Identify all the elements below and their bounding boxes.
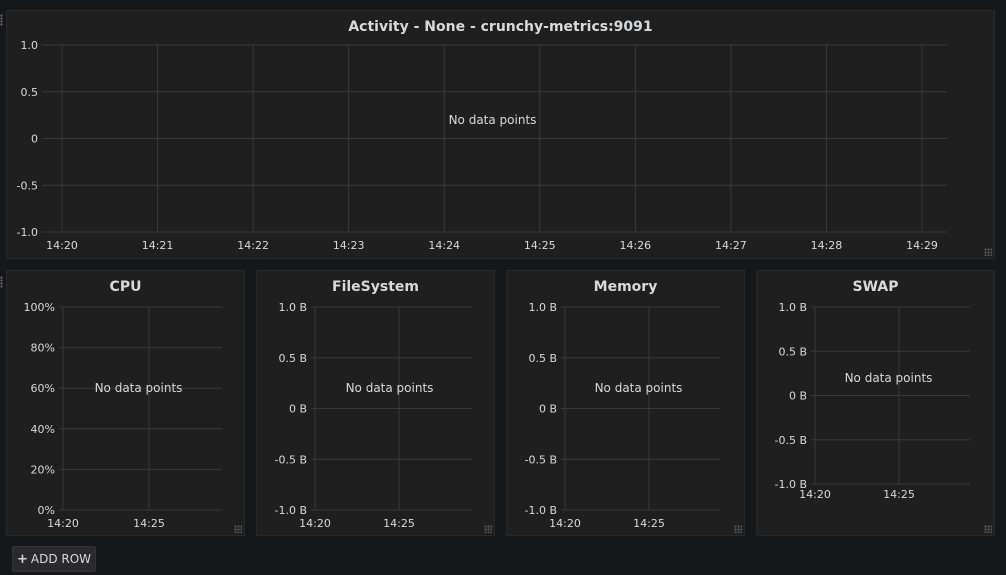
- swap-panel[interactable]: SWAP 1.0 B 0.5 B0 B -0.5 B -1.0 B 14:20 14:25…: [756, 270, 995, 536]
- swap-chart: 1.0 B0.5 B0 B-0.5 B-1.0 B14:20 14:25No da…: [774, 301, 970, 501]
- panel-resize-handle[interactable]: [984, 525, 992, 533]
- y-tick-label: 0%: [38, 504, 55, 517]
- plus-icon: +: [16, 551, 28, 567]
- y-tick-label: -0.5 B: [774, 434, 807, 447]
- no-data-message: No data points: [95, 381, 183, 395]
- y-tick-label: -1.0 B: [524, 504, 557, 517]
- memory-chart: 1.0 B 0.5 B 0 B -0.5 B -1.0 B14:20 14:25 No da…: [524, 301, 720, 530]
- y-tick-label: 60%: [31, 382, 55, 395]
- y-tick-label: -0.5: [17, 179, 38, 192]
- x-tick-label: 14:28: [811, 239, 843, 252]
- y-tick-label: 100%: [24, 301, 55, 314]
- y-tick-label: 0.5: [21, 86, 39, 99]
- filesystem-panel[interactable]: FileSystem 1.0 B 0.5 B0 B -0.5 B -1.0 B 14:2…: [256, 270, 495, 536]
- x-tick-label: 14:25: [383, 517, 415, 530]
- y-tick-label: 1.0 B: [528, 301, 557, 314]
- x-tick-label: 14:20: [46, 239, 78, 252]
- filesystem-chart: 1.0 B 0.5 B 0 B -0.5 B -1.0 B14:20 14:25 No da…: [274, 301, 472, 530]
- add-row-label: ADD ROW: [30, 552, 92, 566]
- y-tick-label: -1.0 B: [274, 504, 307, 517]
- y-tick-label: 0 B: [789, 390, 807, 403]
- x-tick-label: 14:20: [549, 517, 581, 530]
- activity-chart: 1.0 0.5 0 -0.5 -1.0 14:20 14:21 14:22 14:23 14:24…: [17, 39, 947, 252]
- x-tick-label: 14:25: [883, 488, 915, 501]
- panel-resize-handle[interactable]: [234, 525, 242, 533]
- y-tick-label: 0.5 B: [528, 352, 557, 365]
- cpu-panel[interactable]: CPU 100% 80% 60% 40% 20% 0% 14:20 14:25 No data …: [6, 270, 245, 536]
- y-tick-label: 40%: [31, 423, 55, 436]
- x-tick-label: 14:23: [333, 239, 365, 252]
- x-tick-label: 14:26: [619, 239, 651, 252]
- y-tick-label: 0.5 B: [778, 345, 807, 358]
- no-data-message: No data points: [845, 371, 933, 385]
- panel-resize-handle[interactable]: [984, 248, 992, 256]
- panel-resize-handle[interactable]: [484, 525, 492, 533]
- x-tick-label: 14:20: [799, 488, 831, 501]
- y-tick-label: 80%: [31, 342, 55, 355]
- no-data-message: No data points: [346, 381, 434, 395]
- cpu-chart: 100% 80% 60% 40% 20% 0%14:20 14:25 No data poin…: [24, 301, 222, 530]
- x-tick-label: 14:25: [133, 517, 165, 530]
- y-tick-label: -1.0: [17, 226, 38, 239]
- panel-resize-handle[interactable]: [734, 525, 742, 533]
- x-tick-label: 14:25: [633, 517, 665, 530]
- y-tick-label: 1.0: [21, 39, 39, 52]
- x-tick-label: 14:22: [237, 239, 269, 252]
- add-row-button[interactable]: + ADD ROW: [12, 546, 96, 572]
- y-tick-label: 1.0 B: [778, 301, 807, 314]
- x-tick-label: 14:27: [715, 239, 747, 252]
- y-tick-label: 0 B: [289, 403, 307, 416]
- memory-panel[interactable]: Memory 1.0 B 0.5 B0 B -0.5 B -1.0 B 14:20 14:…: [506, 270, 745, 536]
- y-tick-label: 1.0 B: [278, 301, 307, 314]
- y-tick-label: -0.5 B: [274, 453, 307, 466]
- x-tick-label: 14:20: [299, 517, 331, 530]
- activity-panel[interactable]: Activity - None - crunchy-metrics:9091 1…: [6, 10, 995, 259]
- x-tick-label: 14:24: [428, 239, 460, 252]
- row-drag-handle[interactable]: [0, 14, 3, 26]
- y-tick-label: 0.5 B: [278, 352, 307, 365]
- x-tick-label: 14:25: [524, 239, 556, 252]
- x-tick-label: 14:29: [906, 239, 938, 252]
- y-tick-label: -0.5 B: [524, 453, 557, 466]
- row-drag-handle[interactable]: [0, 276, 3, 288]
- y-tick-label: 0 B: [539, 403, 557, 416]
- no-data-message: No data points: [595, 381, 683, 395]
- y-tick-label: 0: [31, 133, 38, 146]
- y-tick-label: 20%: [31, 463, 55, 476]
- no-data-message: No data points: [449, 113, 537, 127]
- x-tick-label: 14:21: [142, 239, 174, 252]
- x-tick-label: 14:20: [47, 517, 79, 530]
